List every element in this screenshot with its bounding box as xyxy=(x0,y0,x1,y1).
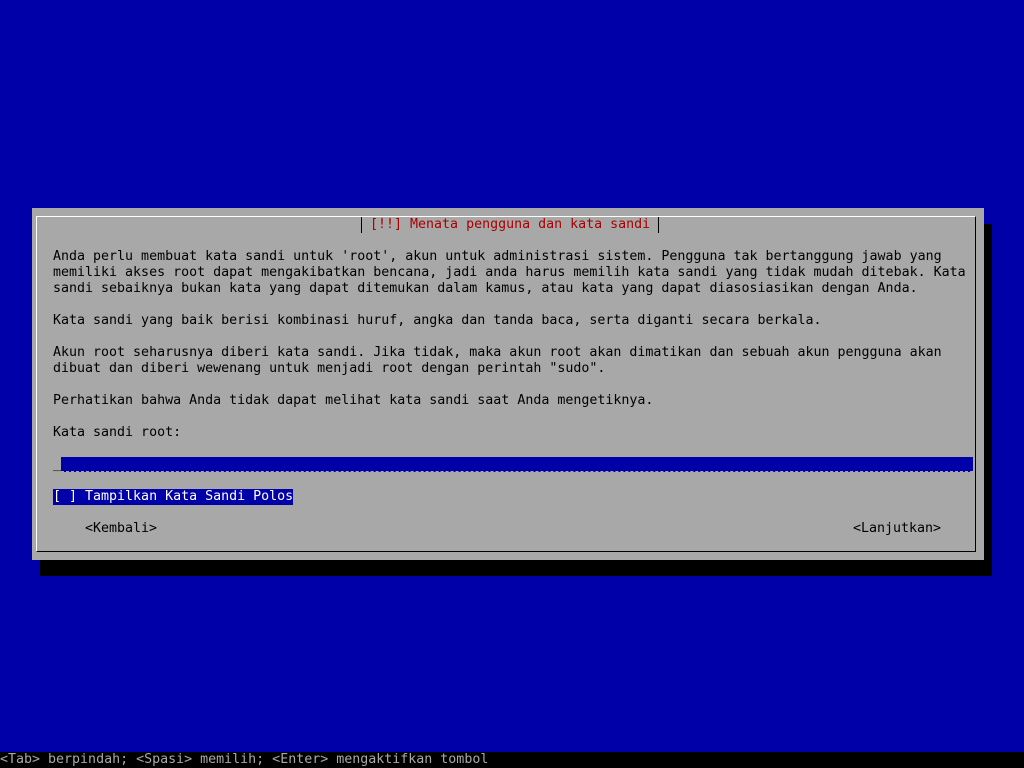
dialog-title: [!!] Menata pengguna dan kata sandi xyxy=(361,217,660,233)
continue-button[interactable]: <Lanjutkan> xyxy=(853,521,941,537)
password-input-value[interactable] xyxy=(61,457,973,472)
intro-paragraph: Anda perlu membuat kata sandi untuk 'roo… xyxy=(53,249,966,296)
show-password-checkbox[interactable]: [ ] Tampilkan Kata Sandi Polos xyxy=(53,489,294,505)
dialog-frame: [!!] Menata pengguna dan kata sandi Anda… xyxy=(36,216,976,552)
user-password-dialog: [!!] Menata pengguna dan kata sandi Anda… xyxy=(32,208,984,560)
root-password-label: Kata sandi root: xyxy=(53,425,182,440)
root-account-paragraph: Akun root seharusnya diberi kata sandi. … xyxy=(53,345,942,376)
root-password-input[interactable]: _ xyxy=(53,457,973,473)
text-cursor: _ xyxy=(53,457,62,472)
password-hidden-note: Perhatikan bahwa Anda tidak dapat meliha… xyxy=(53,393,654,408)
keyboard-help-bar: <Tab> berpindah; <Spasi> memilih; <Enter… xyxy=(0,752,1024,768)
back-button[interactable]: <Kembali> xyxy=(85,521,157,537)
password-tips-paragraph: Kata sandi yang baik berisi kombinasi hu… xyxy=(53,313,822,328)
